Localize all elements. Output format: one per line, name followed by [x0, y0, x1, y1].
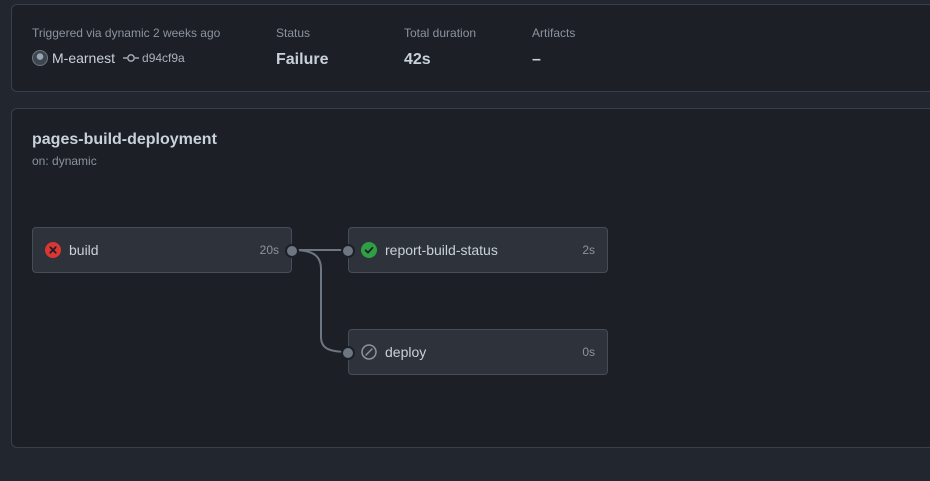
skip-icon: [361, 344, 377, 360]
duration-value: 42s: [404, 51, 431, 68]
actor-row: M-earnest d94cf9a: [32, 50, 185, 66]
artifacts-column: Artifacts –: [532, 26, 576, 68]
duration-label: Total duration: [404, 26, 477, 40]
job-duration: 0s: [582, 345, 595, 359]
avatar[interactable]: [32, 50, 48, 66]
job-name: deploy: [385, 344, 427, 360]
x-circle-icon: [45, 242, 61, 258]
trigger-label: Triggered via dynamic 2 weeks ago: [32, 26, 221, 40]
git-commit-icon: [123, 54, 140, 62]
artifacts-value: –: [532, 51, 541, 68]
job-name: build: [69, 242, 99, 258]
job-dependency-edges: [292, 249, 350, 353]
check-circle-icon: [361, 242, 377, 258]
job-duration: 2s: [582, 243, 595, 257]
workflow-graph-panel: pages-build-deployment on: dynamic build…: [11, 108, 930, 448]
input-port: [341, 346, 355, 360]
job-duration: 20s: [259, 243, 279, 257]
input-port: [341, 244, 355, 258]
job-deploy[interactable]: deploy 0s: [341, 329, 608, 375]
duration-column: Total duration 42s: [404, 26, 477, 68]
run-summary-panel: Triggered via dynamic 2 weeks ago M-earn…: [11, 4, 930, 92]
status-label: Status: [276, 26, 311, 40]
job-name: report-build-status: [385, 242, 498, 258]
actor-link[interactable]: M-earnest: [52, 50, 115, 66]
output-port: [285, 244, 299, 258]
status-value: Failure: [276, 51, 329, 68]
job-report-build-status[interactable]: report-build-status 2s: [341, 227, 608, 273]
artifacts-label: Artifacts: [532, 26, 576, 40]
commit-sha-link[interactable]: d94cf9a: [142, 51, 185, 65]
job-build[interactable]: build 20s: [32, 227, 299, 273]
trigger-column: Triggered via dynamic 2 weeks ago M-earn…: [32, 26, 221, 66]
status-column: Status Failure: [276, 26, 328, 68]
edge-build-deploy: [292, 249, 350, 353]
